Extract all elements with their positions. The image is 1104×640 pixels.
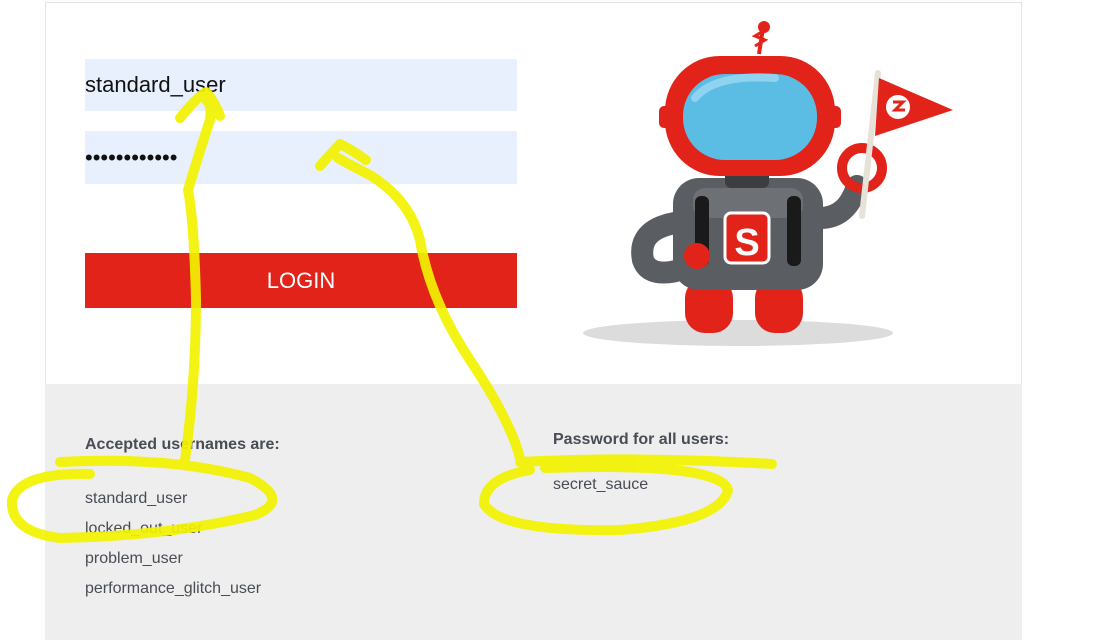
password-field[interactable] (85, 131, 517, 184)
username-list: standard_user locked_out_user problem_us… (85, 489, 261, 609)
usernames-heading: Accepted usernames are: (85, 436, 280, 453)
password-heading: Password for all users: (553, 431, 730, 448)
password-hint: secret_sauce (553, 476, 649, 493)
login-page: LOGIN S (0, 0, 1104, 640)
svg-text:S: S (734, 222, 759, 264)
list-item: problem_user (85, 550, 183, 567)
login-button[interactable]: LOGIN (85, 253, 517, 308)
username-field[interactable] (85, 59, 517, 111)
list-item: locked_out_user (85, 520, 203, 537)
list-item: performance_glitch_user (85, 580, 262, 597)
list-item: standard_user (85, 490, 188, 507)
robot-mascot-icon: S (583, 21, 893, 346)
